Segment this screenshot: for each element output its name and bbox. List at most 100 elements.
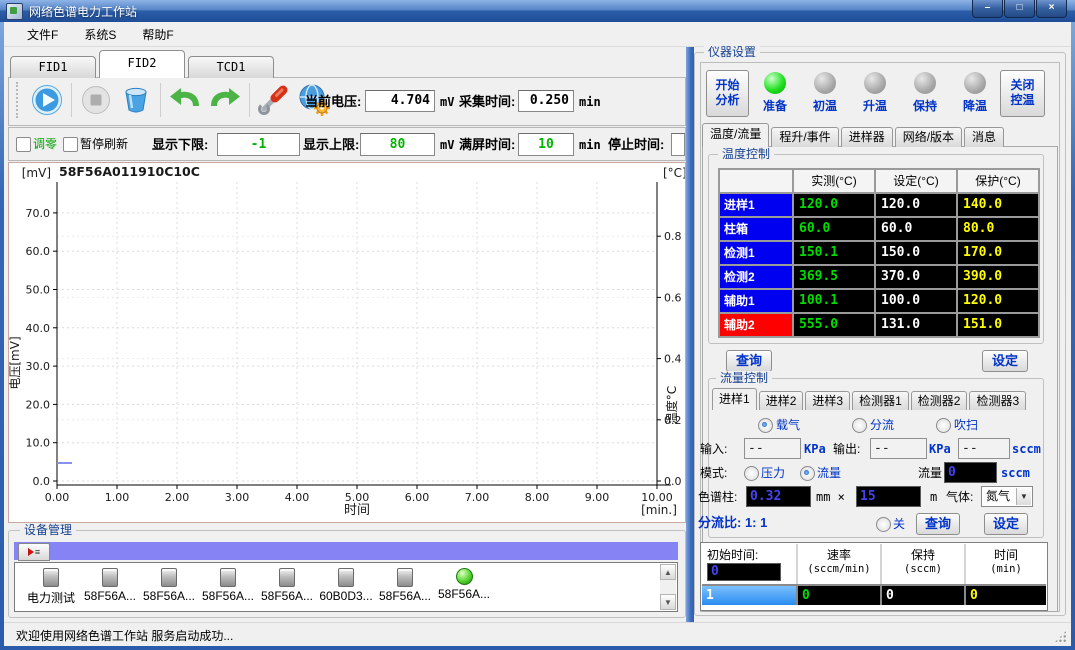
split-off-radio[interactable] [876,517,891,532]
start-acquisition-icon[interactable] [29,82,65,118]
maximize-button[interactable]: □ [1004,0,1035,18]
indicator-label: 准备 [763,97,787,114]
flow-set-unit: sccm [1001,465,1030,481]
resize-grip[interactable] [1054,630,1067,643]
device-icon [338,568,354,587]
time-header-line1: 时间 [966,544,1046,563]
tab-进样1[interactable]: 进样1 [712,388,757,410]
wrench-config-icon[interactable] [256,82,292,118]
svg-text:20.0: 20.0 [26,398,51,411]
split-ratio-label: 分流比: 1: 1 [698,515,767,531]
toolbar-grip[interactable] [16,82,21,118]
minimize-button[interactable]: – [972,0,1003,18]
device-电力测试[interactable]: 电力测试 [23,568,79,606]
tab-消息[interactable]: 消息 [964,127,1004,147]
undo-arrow-icon[interactable] [167,82,203,118]
device-label: 58F56A... [438,587,490,601]
temp-column-header: 设定(°C) [876,170,956,192]
lower-limit-field[interactable]: -1 [217,133,300,156]
scroll-down-icon[interactable]: ▼ [660,594,676,610]
flow-set-button[interactable]: 设定 [984,513,1028,535]
device-58F56A...[interactable]: 58F56A... [259,568,315,603]
tab-网络/版本[interactable]: 网络/版本 [895,127,962,147]
device-58F56A...[interactable]: 58F56A... [436,568,492,601]
gas-dropdown[interactable]: 氮气 ▼ [981,486,1033,507]
device-60B0D3...[interactable]: 60B0D3... [318,568,374,603]
flow-tab-strip: 进样1进样2进样3检测器1检测器2检测器3 [712,389,1026,410]
close-temp-control-button[interactable]: 关闭 控温 [1000,70,1045,117]
flow-query-button[interactable]: 查询 [916,513,960,535]
temp-measured-value: 120.0 [794,194,874,216]
input-pressure-field[interactable]: -- [744,438,801,459]
tab-检测器2[interactable]: 检测器2 [911,391,968,410]
voltage-field[interactable]: 4.704 [365,90,435,112]
indicator-降温: 降温 [952,72,998,118]
tab-进样器[interactable]: 进样器 [841,127,893,147]
pressure-mode-radio[interactable] [744,466,759,481]
hold-header-line1: 保持 [882,544,964,563]
clear-bucket-icon[interactable] [118,82,154,118]
split-radio[interactable] [852,418,867,433]
column-length-field[interactable]: 15 [856,486,921,507]
fullscreen-time-label: 满屏时间: [459,136,515,154]
device-list-view-button[interactable]: ≡ [18,543,50,561]
start-analysis-button[interactable]: 开始 分析 [706,70,749,117]
stop-acquisition-icon[interactable] [78,82,114,118]
column-diameter-field[interactable]: 0.32 [746,486,811,507]
temp-set-value: 131.0 [876,314,956,336]
device-list-scrollbar[interactable]: ▲ ▼ [660,564,676,610]
upper-limit-label: 显示上限: [303,136,359,154]
pause-refresh-checkbox[interactable] [63,137,78,152]
output-pressure-field[interactable]: -- [870,438,927,459]
flow-mode-radio[interactable] [800,466,815,481]
temp-protect-value: 170.0 [958,242,1038,264]
device-58F56A...[interactable]: 58F56A... [82,568,138,603]
device-icon [279,568,295,587]
start-analysis-line1: 开始 [707,78,748,93]
redo-arrow-icon[interactable] [207,82,243,118]
fullscreen-time-field[interactable]: 10 [518,133,574,156]
zero-checkbox[interactable] [16,137,31,152]
temp-protect-value: 120.0 [958,290,1038,312]
tab-温度/流量[interactable]: 温度/流量 [702,123,769,147]
menu-system[interactable]: 系统S [71,23,129,46]
temp-measured-value: 60.0 [794,218,874,240]
stop-time-field[interactable] [671,133,685,156]
dropdown-arrow-icon[interactable]: ▼ [1016,488,1031,505]
tab-检测器3[interactable]: 检测器3 [969,391,1026,410]
list-lines-icon: ≡ [35,548,40,557]
flow-measured-field[interactable]: -- [958,438,1010,459]
temp-set-button[interactable]: 设定 [982,350,1028,372]
svg-text:60.0: 60.0 [26,245,51,258]
tab-进样2[interactable]: 进样2 [759,391,804,410]
device-58F56A...[interactable]: 58F56A... [377,568,433,603]
temp-corner-cell [720,170,792,192]
initial-time-field[interactable]: 0 [707,563,781,581]
tab-FID1[interactable]: FID1 [10,56,96,78]
menu-help[interactable]: 帮助F [129,23,186,46]
temp-protect-value: 390.0 [958,266,1038,288]
acq-time-field[interactable]: 0.250 [518,90,574,112]
menu-file[interactable]: 文件F [14,23,71,46]
device-58F56A...[interactable]: 58F56A... [200,568,256,603]
carrier-gas-radio[interactable] [758,418,773,433]
temp-row-header-进样1: 进样1 [720,194,792,216]
window-title: 网络色谱电力工作站 [29,3,137,20]
svg-text:7.00: 7.00 [465,491,490,504]
gas-selected: 氮气 [986,489,1010,503]
tab-程升/事件[interactable]: 程升/事件 [771,127,838,147]
lower-limit-label: 显示下限: [152,136,208,154]
upper-limit-field[interactable]: 80 [360,133,435,156]
tab-检测器1[interactable]: 检测器1 [852,391,909,410]
tab-FID2[interactable]: FID2 [99,50,185,78]
purge-radio[interactable] [936,418,951,433]
tab-进样3[interactable]: 进样3 [805,391,850,410]
scroll-up-icon[interactable]: ▲ [660,564,676,580]
svg-text:[°C]: [°C] [663,166,685,180]
title-bar: 网络色谱电力工作站 [0,0,1075,22]
tab-TCD1[interactable]: TCD1 [188,56,274,78]
flow-set-field[interactable]: 0 [944,462,997,483]
temp-query-button[interactable]: 查询 [726,350,772,372]
close-button[interactable]: × [1036,0,1067,18]
device-58F56A...[interactable]: 58F56A... [141,568,197,603]
